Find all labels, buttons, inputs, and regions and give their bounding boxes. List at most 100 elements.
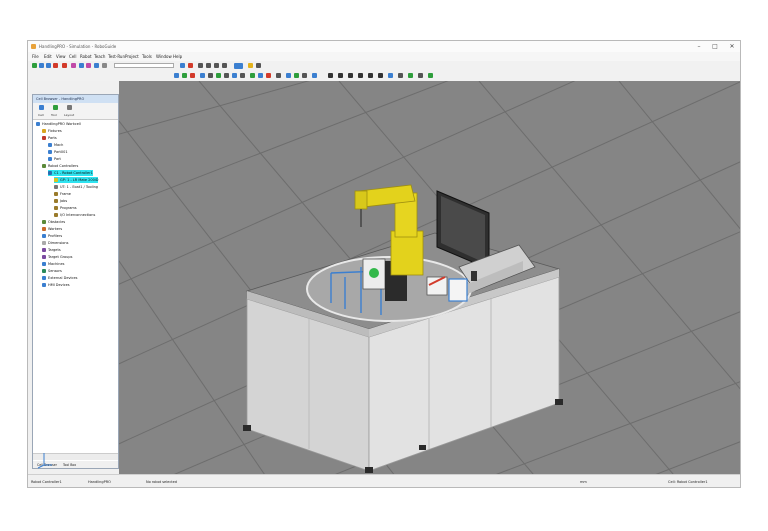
cell-tab-icon[interactable] <box>39 105 44 110</box>
select-icon[interactable] <box>174 73 179 78</box>
tree-item[interactable]: Part001 <box>48 149 68 155</box>
tree-item[interactable]: Machines <box>42 261 64 267</box>
save-icon[interactable] <box>39 63 44 68</box>
undo-icon[interactable] <box>53 63 58 68</box>
print-icon[interactable] <box>214 63 219 68</box>
tab-tool[interactable]: Tool <box>51 113 57 117</box>
tree-item[interactable]: Programs <box>54 205 77 211</box>
axis-y-icon[interactable] <box>338 73 343 78</box>
tool-frame-icon[interactable] <box>398 73 403 78</box>
tree-item[interactable]: C1 - Robot Controller1 <box>48 170 93 176</box>
refresh-icon[interactable] <box>428 73 433 78</box>
tree-item[interactable]: Parts <box>42 135 57 141</box>
jog-icon[interactable] <box>200 73 205 78</box>
redo-icon[interactable] <box>62 63 67 68</box>
help-icon[interactable] <box>256 63 261 68</box>
maximize-button[interactable]: □ <box>708 41 722 52</box>
zoom-icon[interactable] <box>46 63 51 68</box>
rotate-icon[interactable] <box>190 73 195 78</box>
axis-z-icon[interactable] <box>348 73 353 78</box>
menu-test-run[interactable]: Test-Run <box>108 52 125 61</box>
translate-icon[interactable] <box>182 73 187 78</box>
tree-item[interactable]: Robot Controllers <box>42 163 78 169</box>
menu-teach[interactable]: Teach <box>94 52 105 61</box>
menu-project[interactable]: Project <box>125 52 139 61</box>
collision-icon[interactable] <box>294 73 299 78</box>
axis-w-icon[interactable] <box>358 73 363 78</box>
close-button[interactable]: ✕ <box>725 41 739 52</box>
reset-icon[interactable] <box>276 73 281 78</box>
tree-item[interactable]: Part <box>48 156 61 162</box>
stop-sim-icon[interactable] <box>266 73 271 78</box>
tab-cell[interactable]: Cell <box>38 113 44 117</box>
tree-item-icon <box>54 192 58 196</box>
tool-tab-icon[interactable] <box>53 105 58 110</box>
teach-icon[interactable] <box>216 73 221 78</box>
io-icon[interactable] <box>302 73 307 78</box>
tree-item-icon <box>42 255 46 259</box>
view-icon[interactable] <box>180 63 185 68</box>
monitor-icon[interactable] <box>234 63 243 69</box>
menu-window[interactable]: Window <box>156 52 172 61</box>
tree-item[interactable]: Target Groups <box>42 254 72 260</box>
minimize-button[interactable]: – <box>692 41 706 52</box>
tool-icon[interactable] <box>102 63 107 68</box>
play-icon[interactable] <box>250 73 255 78</box>
tree-item[interactable]: Jobs <box>54 198 67 204</box>
tree-item[interactable]: HandlingPRO Workcell <box>36 121 81 127</box>
menu-view[interactable]: View <box>56 52 66 61</box>
run-icon[interactable] <box>79 63 84 68</box>
toolbar-combo[interactable] <box>114 63 174 68</box>
tree-item[interactable]: Targets <box>42 247 61 253</box>
tree-item[interactable]: Profilers <box>42 233 62 239</box>
pendant-icon[interactable] <box>312 73 317 78</box>
record-icon[interactable] <box>188 63 193 68</box>
light-icon[interactable] <box>248 63 253 68</box>
axis-r-icon[interactable] <box>378 73 383 78</box>
tree-item[interactable]: Mach <box>48 142 63 148</box>
tree-item[interactable]: External Devices <box>42 275 77 281</box>
layout-tab-icon[interactable] <box>67 105 72 110</box>
user-frame-icon[interactable] <box>408 73 413 78</box>
tab-tool-box[interactable]: Tool Box <box>63 461 76 468</box>
tree-item[interactable]: UT: 1 - Eoat1 / Tooling <box>54 184 98 190</box>
menu-edit[interactable]: Edit <box>44 52 52 61</box>
menu-help[interactable]: Help <box>173 52 182 61</box>
target-icon[interactable] <box>224 73 229 78</box>
tree-item-icon <box>42 276 46 280</box>
3d-viewport[interactable] <box>119 81 740 474</box>
measure-icon[interactable] <box>208 73 213 78</box>
tree-item-icon <box>42 220 46 224</box>
menu-cell[interactable]: Cell <box>69 52 76 61</box>
tree-item[interactable]: Dimensions <box>42 240 68 246</box>
menu-file[interactable]: File <box>32 52 39 61</box>
status-units: mm <box>580 480 587 484</box>
tree-item[interactable]: Frame <box>54 191 71 197</box>
tree-item[interactable]: Fixtures <box>42 128 62 134</box>
options-icon[interactable] <box>418 73 423 78</box>
layout-icon[interactable] <box>206 63 211 68</box>
tree-item-label: Robot Controllers <box>48 164 79 168</box>
tree-item[interactable]: I/O Interconnections <box>54 212 95 218</box>
menu-tools[interactable]: Tools <box>142 52 152 61</box>
world-icon[interactable] <box>388 73 393 78</box>
axis-x-icon[interactable] <box>328 73 333 78</box>
tree-item[interactable]: HMI Devices <box>42 282 70 288</box>
menu-robot[interactable]: Robot <box>80 52 92 61</box>
record-sim-icon[interactable] <box>286 73 291 78</box>
stop-icon[interactable] <box>86 63 91 68</box>
settings-icon[interactable] <box>94 63 99 68</box>
axis-p-icon[interactable] <box>368 73 373 78</box>
tree-item[interactable]: Sensors <box>42 268 62 274</box>
move-icon[interactable] <box>71 63 76 68</box>
path-icon[interactable] <box>240 73 245 78</box>
pause-icon[interactable] <box>258 73 263 78</box>
frame-icon[interactable] <box>232 73 237 78</box>
tree-item[interactable]: GP: 1 - LR Mate 200iD <box>54 177 99 183</box>
tree-item[interactable]: Workers <box>42 226 62 232</box>
camera-icon[interactable] <box>198 63 203 68</box>
tab-layout[interactable]: Layout <box>64 113 74 117</box>
open-icon[interactable] <box>32 63 37 68</box>
tree-item[interactable]: Obstacles <box>42 219 65 225</box>
grid-icon[interactable] <box>222 63 227 68</box>
